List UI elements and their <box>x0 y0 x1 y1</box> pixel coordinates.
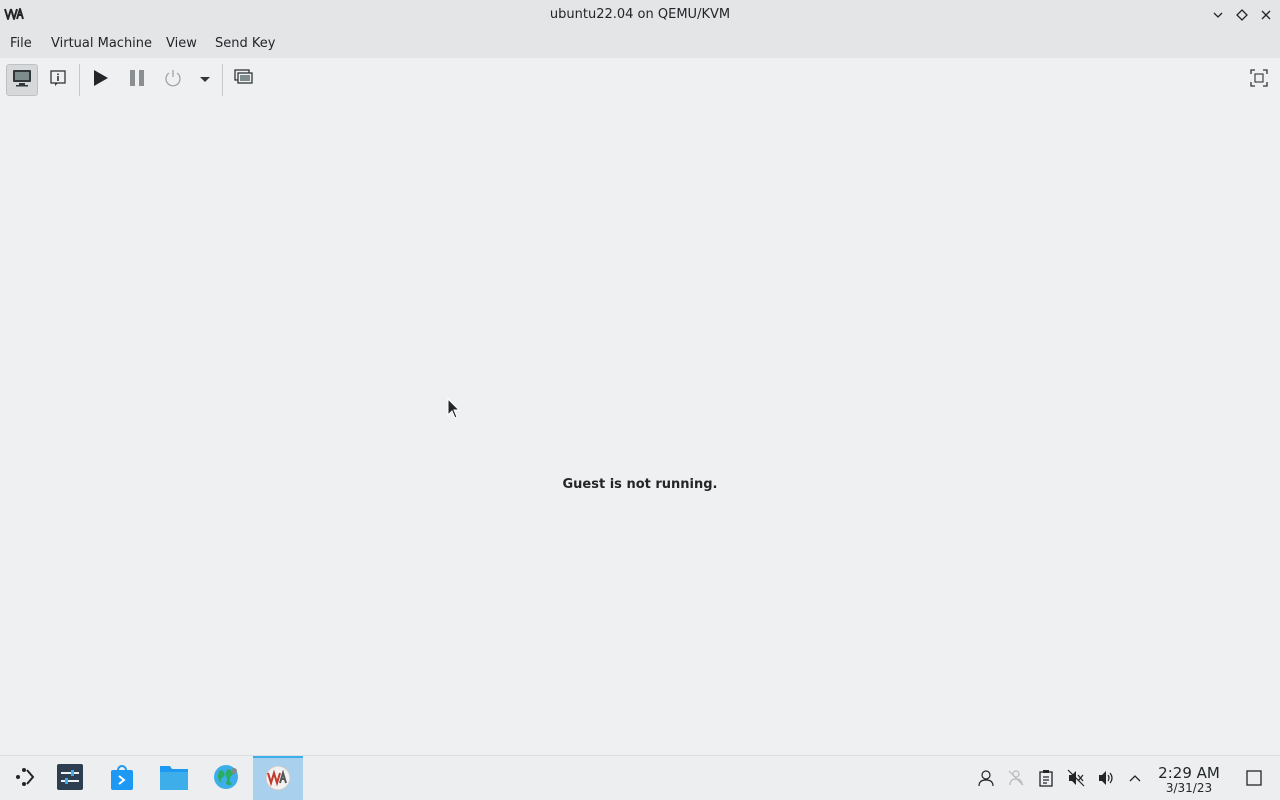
toolbar-separator <box>79 64 80 96</box>
expand-tray-icon[interactable] <box>1125 768 1145 788</box>
toolbar-separator <box>222 64 223 96</box>
window-titlebar[interactable]: ubuntu22.04 on QEMU/KVM <box>0 0 1280 30</box>
menu-send-key[interactable]: Send Key <box>215 36 275 51</box>
fullscreen-icon <box>1250 69 1268 91</box>
shutdown-button[interactable] <box>157 64 189 96</box>
toolbar <box>0 58 1280 102</box>
fullscreen-button[interactable] <box>1243 64 1275 96</box>
clipboard-icon[interactable] <box>1036 768 1056 788</box>
taskbar-virt-manager[interactable] <box>253 756 303 800</box>
mouse-cursor-icon <box>447 397 461 424</box>
console-button[interactable] <box>6 64 38 96</box>
close-icon[interactable] <box>1256 5 1276 25</box>
application-launcher-icon <box>13 765 37 793</box>
file-manager-icon <box>159 763 189 795</box>
details-button[interactable] <box>42 64 74 96</box>
clock-time[interactable]: 2:29 AM <box>1150 764 1228 782</box>
audio-muted-icon[interactable] <box>1066 768 1086 788</box>
guest-status-message: Guest is not running. <box>562 477 718 492</box>
taskbar-file-manager[interactable] <box>149 756 199 800</box>
taskbar-web-browser[interactable] <box>201 756 251 800</box>
kde-connect-icon[interactable] <box>1006 768 1026 788</box>
snapshots-button[interactable] <box>228 64 260 96</box>
snapshots-icon <box>233 68 255 92</box>
details-info-icon <box>48 68 68 92</box>
clock-date[interactable]: 3/31/23 <box>1150 781 1228 795</box>
menubar: File Virtual Machine View Send Key <box>0 30 1280 58</box>
taskbar: 2:29 AM 3/31/23 <box>0 755 1280 800</box>
taskbar-system-settings[interactable] <box>45 756 95 800</box>
menu-file[interactable]: File <box>10 36 32 51</box>
virt-manager-icon <box>263 764 293 796</box>
application-launcher[interactable] <box>0 756 50 800</box>
shutdown-menu-button[interactable] <box>189 64 221 96</box>
pause-button[interactable] <box>121 64 153 96</box>
taskbar-discover[interactable] <box>97 756 147 800</box>
volume-icon[interactable] <box>1096 768 1116 788</box>
run-button[interactable] <box>84 64 116 96</box>
menu-view[interactable]: View <box>166 36 197 51</box>
user-switch-icon[interactable] <box>976 768 996 788</box>
dropdown-arrow-icon <box>199 73 211 88</box>
discover-store-icon <box>108 763 136 795</box>
run-play-icon <box>90 68 110 92</box>
pause-icon <box>127 68 147 92</box>
web-browser-icon <box>212 763 240 795</box>
maximize-icon[interactable] <box>1232 5 1252 25</box>
minimize-icon[interactable] <box>1208 5 1228 25</box>
console-monitor-icon <box>11 68 33 92</box>
menu-virtual-machine[interactable]: Virtual Machine <box>51 36 152 51</box>
console-area[interactable]: Guest is not running. <box>0 102 1280 754</box>
window-title: ubuntu22.04 on QEMU/KVM <box>549 7 731 22</box>
system-settings-icon <box>56 763 84 795</box>
shutdown-power-icon <box>163 68 183 92</box>
show-desktop-icon[interactable] <box>1244 768 1264 788</box>
